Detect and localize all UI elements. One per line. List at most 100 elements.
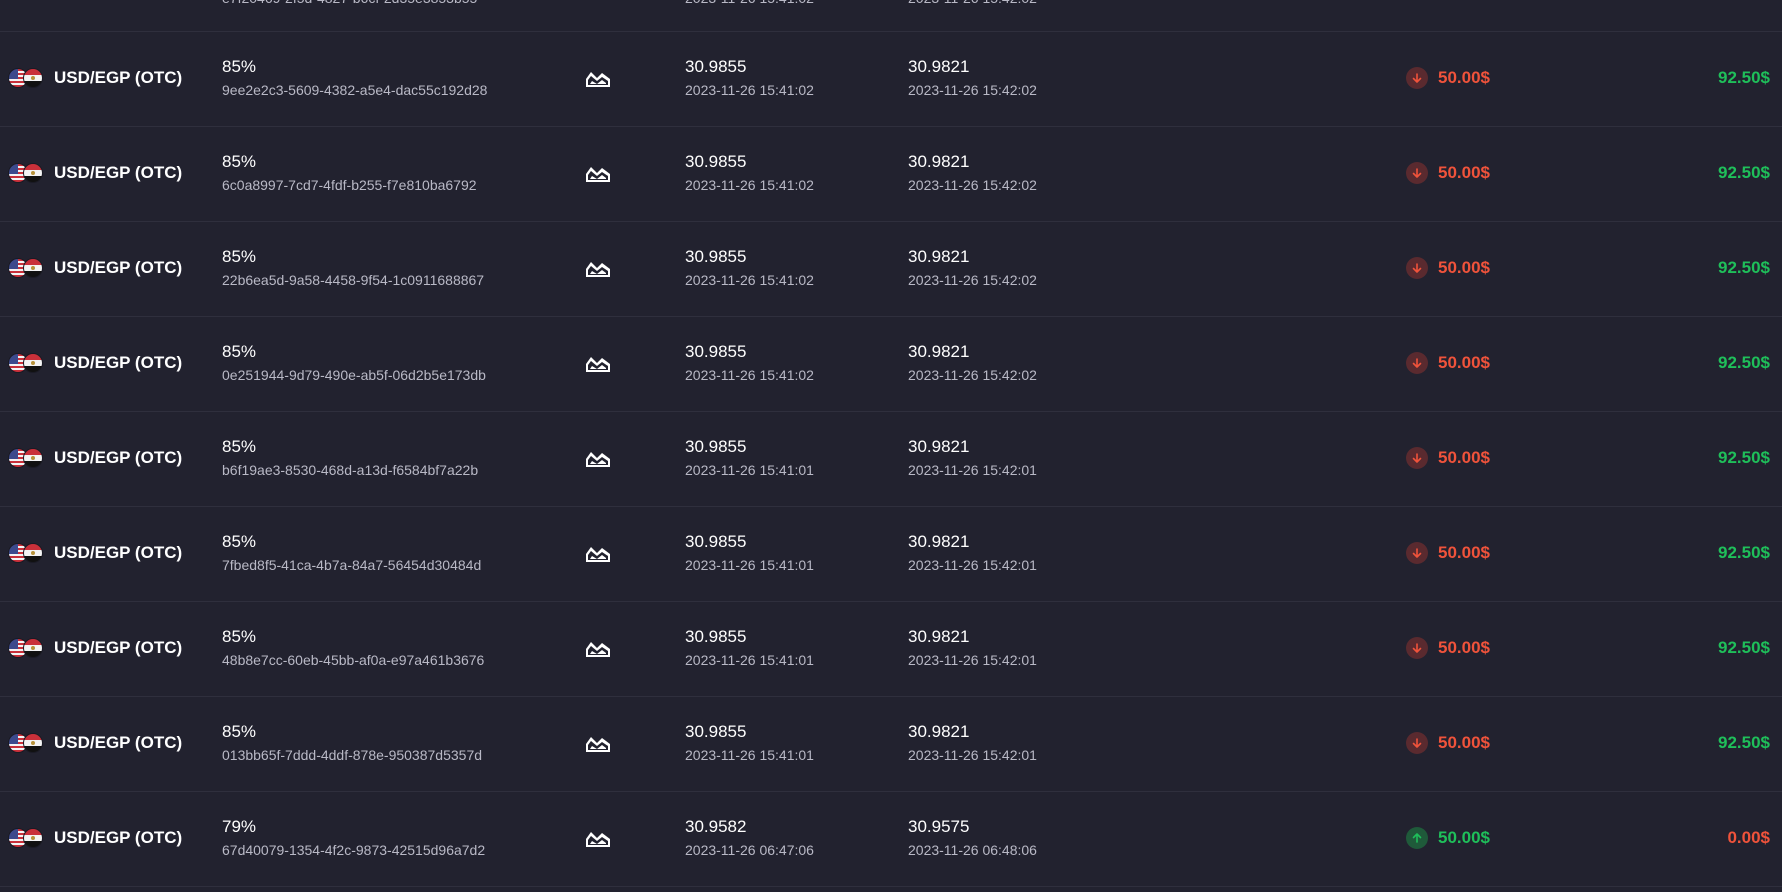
currency-pair-flags: [8, 66, 46, 90]
open-time: 2023-11-26 15:41:01: [685, 747, 814, 763]
trade-amount: 50.00$: [1438, 68, 1490, 87]
trade-profit: 92.50$: [1718, 68, 1770, 87]
payout-percent: 85%: [222, 722, 257, 741]
open-info: 30.9582 2023-11-26 06:47:06: [685, 816, 814, 860]
asset-cell: USD/EGP (OTC): [8, 446, 182, 470]
trade-info: 79% 67d40079-1354-4f2c-9873-42515d96a7d2: [222, 816, 485, 860]
trade-id: b6f19ae3-8530-468d-a13d-f6584bf7a22b: [222, 462, 479, 478]
trade-id: 48b8e7cc-60eb-45bb-af0a-e97a461b3676: [222, 652, 485, 668]
amount-cell: 50.00$: [1406, 827, 1490, 849]
open-time: 2023-11-26 15:41:02: [685, 367, 814, 383]
chart-button[interactable]: [584, 256, 612, 280]
table-row[interactable]: USD/EGP (OTC) 85% 013bb65f-7ddd-4ddf-878…: [0, 697, 1782, 792]
asset-cell: USD/EGP (OTC): [8, 636, 182, 660]
asset-name: USD/EGP (OTC): [54, 543, 183, 562]
chart-button[interactable]: [584, 66, 612, 90]
area-chart-icon: [586, 262, 610, 277]
open-info: 30.9855 2023-11-26 15:41:01: [685, 531, 814, 575]
table-row[interactable]: USD/EGP (OTC) 79% 67d40079-1354-4f2c-987…: [0, 792, 1782, 887]
close-time: 2023-11-26 15:42:02: [908, 367, 1037, 383]
open-info: 30.9855 2023-11-26 15:41:02: [685, 341, 814, 385]
close-info: 30.9821 2023-11-26 15:42:01: [908, 721, 1037, 765]
trade-profit: 92.50$: [1718, 638, 1770, 657]
trade-id: 7fbed8f5-41ca-4b7a-84a7-56454d30484d: [222, 557, 482, 573]
area-chart-icon: [586, 737, 610, 752]
asset-name: USD/EGP (OTC): [54, 258, 183, 277]
open-info: 30.9855 2023-11-26 15:41:02: [685, 151, 814, 195]
egypt-flag-icon: [23, 733, 43, 753]
area-chart-icon: [586, 72, 610, 87]
chart-button[interactable]: [584, 636, 612, 660]
asset-cell: USD/EGP (OTC): [8, 161, 182, 185]
trade-amount: 50.00$: [1438, 638, 1490, 657]
table-row[interactable]: USD/EGP (OTC) 85% b6f19ae3-8530-468d-a13…: [0, 412, 1782, 507]
trade-id: 22b6ea5d-9a58-4458-9f54-1c0911688867: [222, 272, 485, 288]
close-time: 2023-11-26 15:42:02: [908, 272, 1037, 288]
trade-id: 013bb65f-7ddd-4ddf-878e-950387d5357d: [222, 747, 483, 763]
open-time: 2023-11-26 15:41:01: [685, 557, 814, 573]
amount-cell: 50.00$: [1406, 542, 1490, 564]
trade-info: 85% 6c0a8997-7cd7-4fdf-b255-f7e810ba6792: [222, 151, 477, 195]
asset-cell: USD/EGP (OTC): [8, 351, 182, 375]
currency-pair-flags: [8, 826, 46, 850]
open-price: 30.9582: [685, 817, 747, 836]
trade-info: 85% 0e251944-9d79-490e-ab5f-06d2b5e173db: [222, 341, 486, 385]
trade-info: 85% 9ee2e2c3-5609-4382-a5e4-dac55c192d28: [222, 56, 487, 100]
table-row[interactable]: USD/EGP (OTC) 85% 48b8e7cc-60eb-45bb-af0…: [0, 602, 1782, 697]
payout-percent: 85%: [222, 57, 257, 76]
chart-button[interactable]: [584, 826, 612, 850]
chart-button[interactable]: [584, 446, 612, 470]
close-time: 2023-11-26 15:42:01: [908, 462, 1037, 478]
trade-info: 85% 48b8e7cc-60eb-45bb-af0a-e97a461b3676: [222, 626, 484, 670]
trade-id: 0e251944-9d79-490e-ab5f-06d2b5e173db: [222, 367, 486, 383]
table-row[interactable]: USD/EGP (OTC) 85% 0e251944-9d79-490e-ab5…: [0, 317, 1782, 412]
area-chart-icon: [586, 357, 610, 372]
open-time: 2023-11-26 15:41:02: [685, 82, 814, 98]
close-price: 30.9821: [908, 722, 970, 741]
close-price: 30.9821: [908, 437, 970, 456]
egypt-flag-icon: [23, 68, 43, 88]
close-info: 30.9821 2023-11-26 15:42:01: [908, 626, 1037, 670]
asset-name: USD/EGP (OTC): [54, 448, 183, 467]
payout-percent: 85%: [222, 247, 257, 266]
table-row[interactable]: USD/EGP (OTC) 85% 22b6ea5d-9a58-4458-9f5…: [0, 222, 1782, 317]
trade-amount: 50.00$: [1438, 733, 1490, 752]
trade-amount: 50.00$: [1438, 353, 1490, 372]
asset-cell: USD/EGP (OTC): [8, 66, 182, 90]
open-info: 2023-11-26 15:41:02: [685, 0, 814, 8]
table-row[interactable]: USD/EGP (OTC) 85% 9ee2e2c3-5609-4382-a5e…: [0, 32, 1782, 127]
trade-profit: 92.50$: [1718, 448, 1770, 467]
open-price: 30.9855: [685, 532, 747, 551]
table-row[interactable]: USD/EGP (OTC) 85% 7fbed8f5-41ca-4b7a-84a…: [0, 507, 1782, 602]
open-time: 2023-11-26 15:41:02: [685, 177, 814, 193]
close-time: 2023-11-26 15:42:01: [908, 747, 1037, 763]
chart-button[interactable]: [584, 731, 612, 755]
close-info: 30.9821 2023-11-26 15:42:02: [908, 151, 1037, 195]
amount-cell: 50.00$: [1406, 447, 1490, 469]
arrow-down-icon: [1406, 257, 1428, 279]
currency-pair-flags: [8, 351, 46, 375]
chart-button[interactable]: [584, 541, 612, 565]
open-info: 30.9855 2023-11-26 15:41:02: [685, 56, 814, 100]
payout-percent: 85%: [222, 627, 257, 646]
open-time: 2023-11-26 15:41:02: [685, 272, 814, 288]
currency-pair-flags: [8, 636, 46, 660]
arrow-down-icon: [1406, 67, 1428, 89]
amount-cell: 50.00$: [1406, 732, 1490, 754]
chart-button[interactable]: [584, 351, 612, 375]
open-info: 30.9855 2023-11-26 15:41:02: [685, 246, 814, 290]
trade-amount: 50.00$: [1438, 543, 1490, 562]
close-info: 30.9575 2023-11-26 06:48:06: [908, 816, 1037, 860]
payout-percent: 85%: [222, 152, 257, 171]
trade-info: 85% b6f19ae3-8530-468d-a13d-f6584bf7a22b: [222, 436, 478, 480]
asset-name: USD/EGP (OTC): [54, 638, 183, 657]
trade-info: 85% 22b6ea5d-9a58-4458-9f54-1c0911688867: [222, 246, 484, 290]
close-price: 30.9821: [908, 627, 970, 646]
area-chart-icon: [586, 167, 610, 182]
table-row[interactable]: USD/EGP (OTC) 85% 6c0a8997-7cd7-4fdf-b25…: [0, 127, 1782, 222]
arrow-down-icon: [1406, 352, 1428, 374]
open-info: 30.9855 2023-11-26 15:41:01: [685, 436, 814, 480]
chart-button[interactable]: [584, 161, 612, 185]
egypt-flag-icon: [23, 163, 43, 183]
currency-pair-flags: [8, 731, 46, 755]
